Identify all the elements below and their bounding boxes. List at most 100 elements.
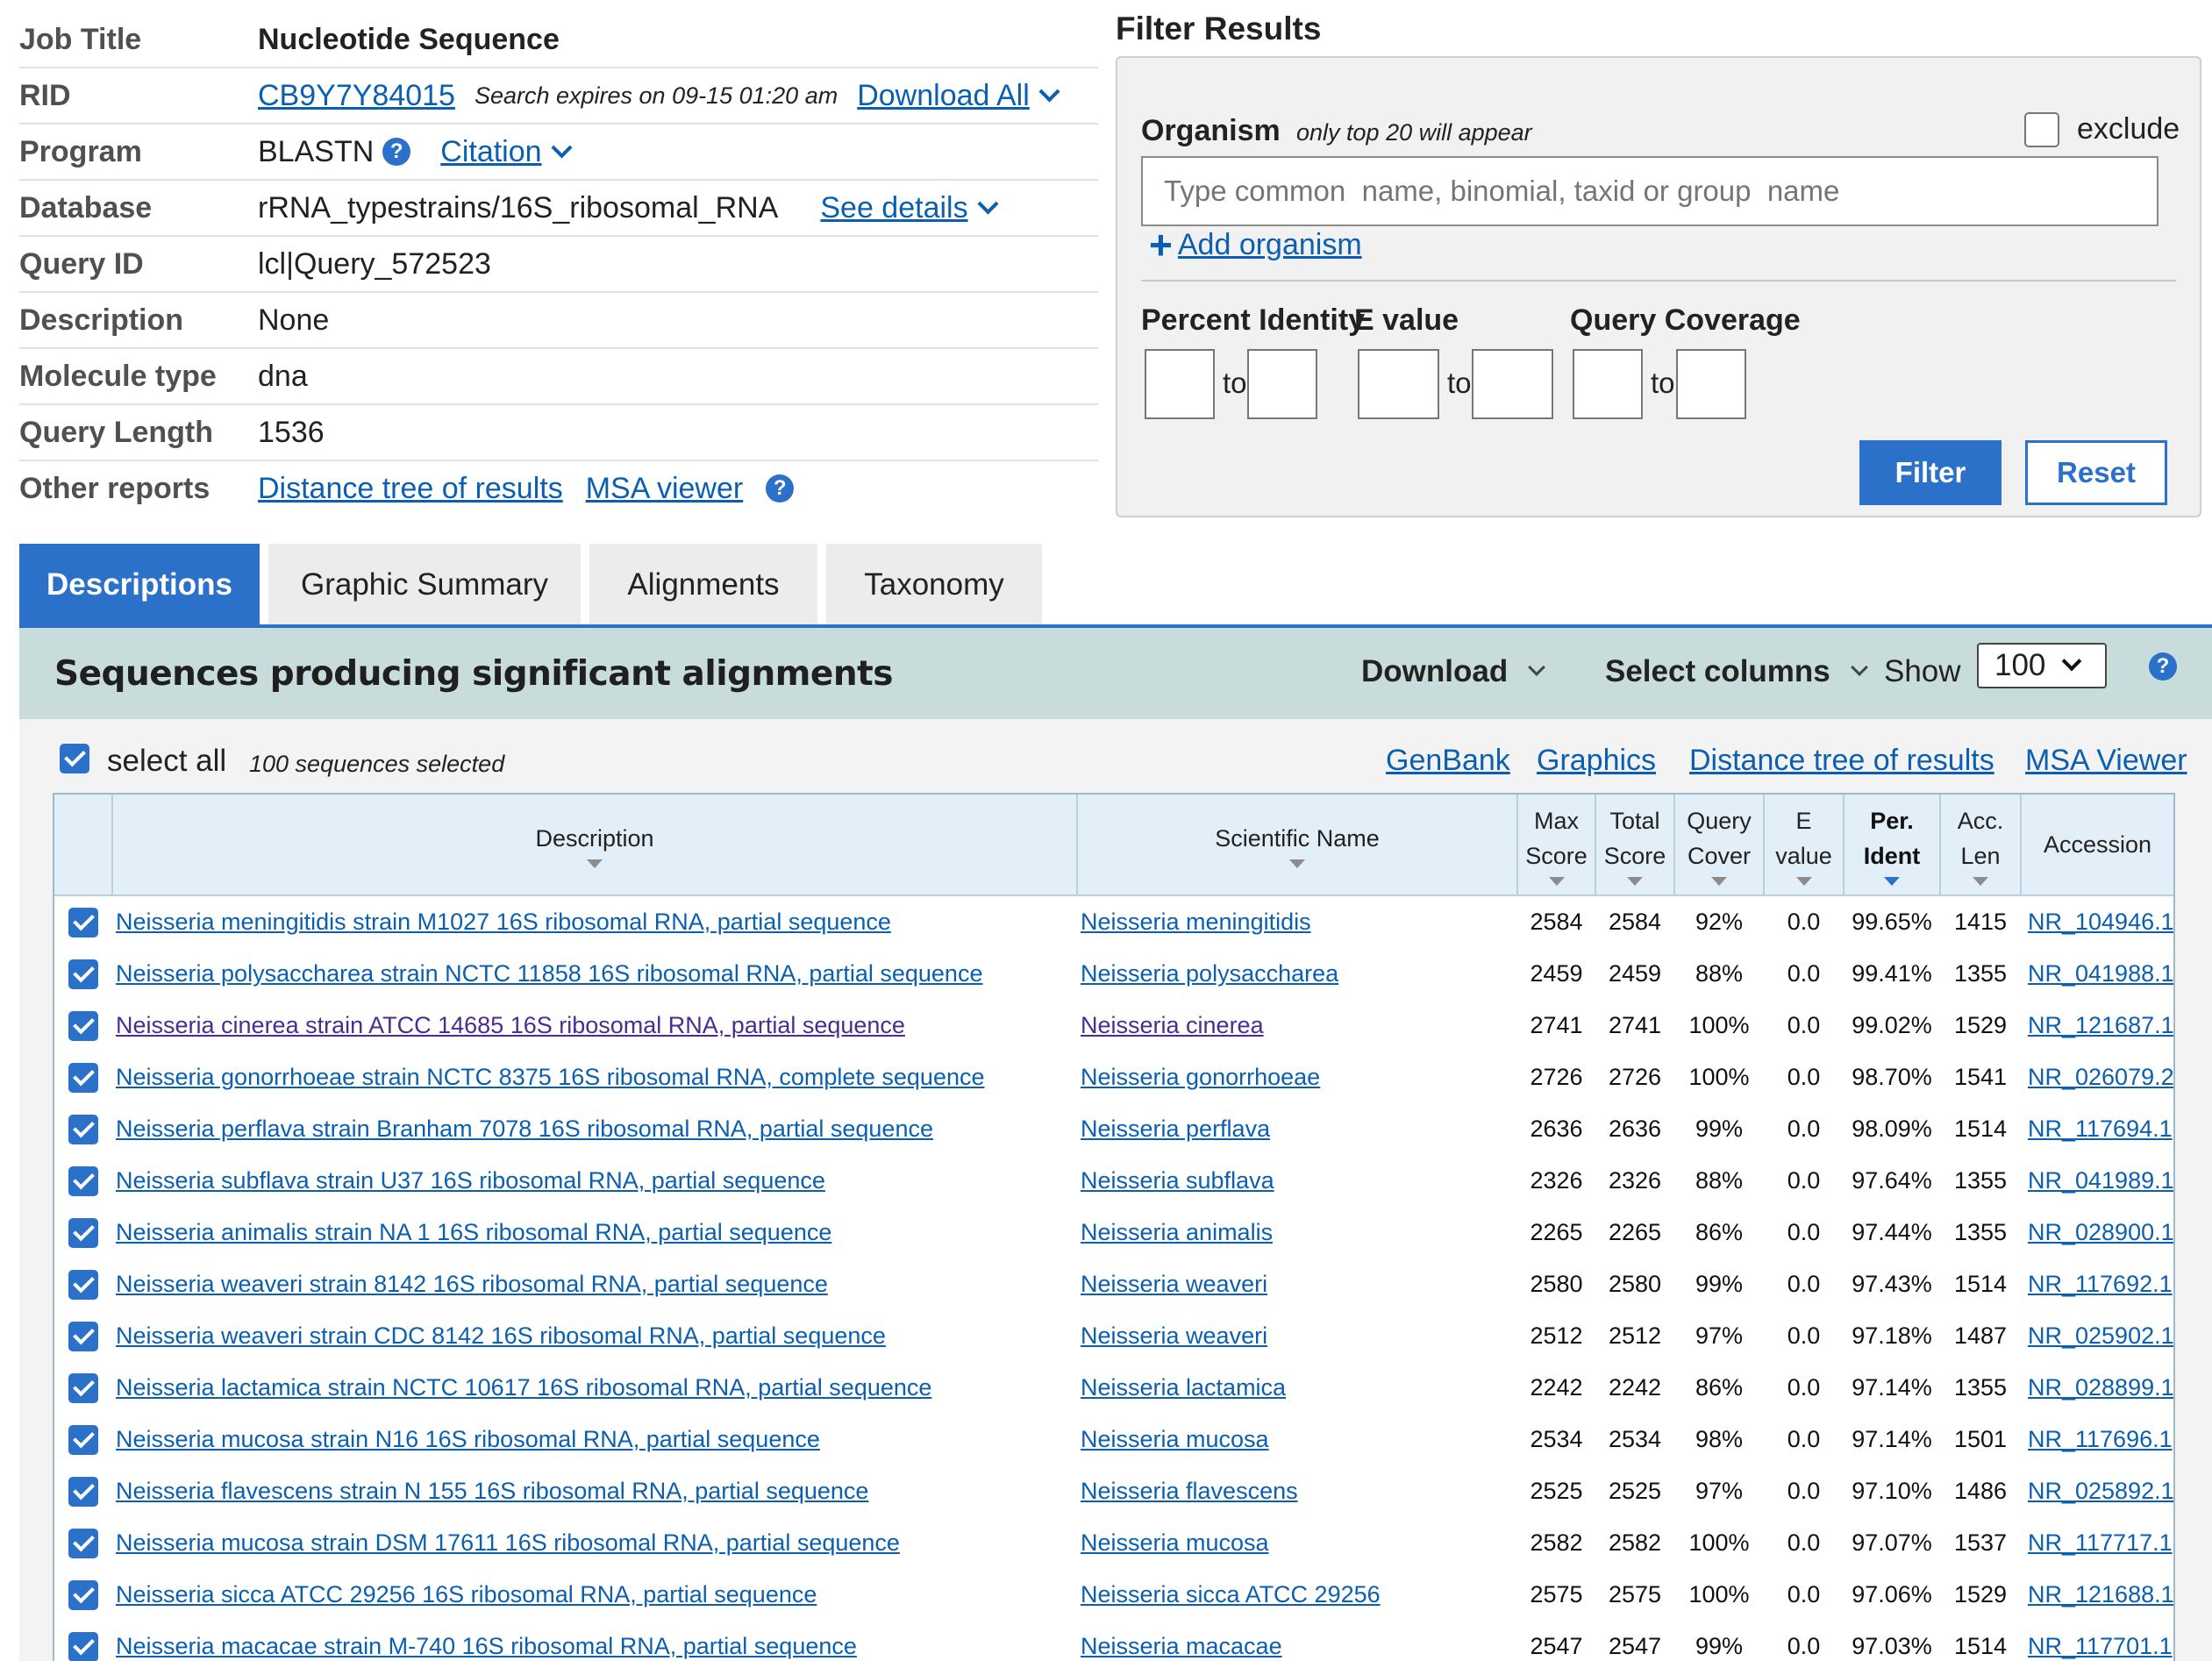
- download-dropdown[interactable]: Download: [1361, 654, 1546, 689]
- evalue-from-input[interactable]: [1358, 349, 1439, 419]
- organism-input[interactable]: [1141, 156, 2158, 226]
- header-query-cover[interactable]: Query Cover: [1674, 795, 1765, 896]
- scientific-name-link[interactable]: Neisseria mucosa: [1081, 1529, 1269, 1556]
- accession-link[interactable]: NR_117717.1: [2028, 1529, 2173, 1556]
- scientific-name-link[interactable]: Neisseria meningitidis: [1081, 909, 1311, 935]
- accession-link[interactable]: NR_104946.1: [2028, 909, 2173, 935]
- description-link[interactable]: Neisseria flavescens strain N 155 16S ri…: [116, 1478, 868, 1504]
- scientific-name-link[interactable]: Neisseria animalis: [1081, 1219, 1273, 1245]
- evalue-to-input[interactable]: [1472, 349, 1553, 419]
- scientific-name-link[interactable]: Neisseria perflava: [1081, 1116, 1270, 1142]
- help-icon[interactable]: ?: [382, 138, 411, 166]
- header-scientific-name[interactable]: Scientific Name: [1077, 795, 1518, 896]
- row-checkbox[interactable]: [68, 1476, 98, 1507]
- select-all-checkbox[interactable]: [60, 744, 89, 773]
- accession-link[interactable]: NR_025892.1: [2028, 1478, 2173, 1504]
- accession-link[interactable]: NR_117701.1: [2028, 1633, 2173, 1659]
- tab-alignments[interactable]: Alignments: [589, 544, 817, 626]
- exclude-checkbox[interactable]: [2024, 112, 2059, 147]
- header-description[interactable]: Description: [112, 795, 1078, 896]
- scientific-name-link[interactable]: Neisseria weaveri: [1081, 1271, 1267, 1297]
- description-link[interactable]: Neisseria weaveri strain 8142 16S riboso…: [116, 1271, 828, 1297]
- query-coverage-to-input[interactable]: [1676, 349, 1746, 419]
- msa-viewer-link[interactable]: MSA viewer: [586, 472, 744, 506]
- select-columns-dropdown[interactable]: Select columns: [1605, 654, 1868, 689]
- download-all-link[interactable]: Download All: [857, 79, 1030, 113]
- scientific-name-link[interactable]: Neisseria cinerea: [1081, 1012, 1264, 1038]
- tab-descriptions[interactable]: Descriptions: [19, 544, 260, 626]
- row-checkbox[interactable]: [68, 1062, 98, 1093]
- row-checkbox[interactable]: [68, 907, 98, 937]
- download-all-dropdown[interactable]: Download All: [857, 79, 1060, 113]
- description-link[interactable]: Neisseria weaveri strain CDC 8142 16S ri…: [116, 1322, 886, 1349]
- msa-viewer-link[interactable]: MSA Viewer: [2025, 744, 2187, 778]
- distance-tree-link[interactable]: Distance tree of results: [1689, 744, 1994, 778]
- query-coverage-from-input[interactable]: [1573, 349, 1643, 419]
- percent-identity-to-input[interactable]: [1247, 349, 1317, 419]
- accession-link[interactable]: NR_117692.1: [2028, 1271, 2173, 1297]
- tab-taxonomy[interactable]: Taxonomy: [826, 544, 1042, 626]
- description-link[interactable]: Neisseria macacae strain M-740 16S ribos…: [116, 1633, 857, 1659]
- description-link[interactable]: Neisseria lactamica strain NCTC 10617 16…: [116, 1374, 931, 1401]
- row-checkbox[interactable]: [68, 1372, 98, 1403]
- rid-link[interactable]: CB9Y7Y84015: [258, 79, 455, 113]
- scientific-name-link[interactable]: Neisseria sicca ATCC 29256: [1081, 1581, 1381, 1608]
- row-checkbox[interactable]: [68, 1424, 98, 1455]
- citation-link[interactable]: Citation: [440, 135, 541, 169]
- description-link[interactable]: Neisseria mucosa strain DSM 17611 16S ri…: [116, 1529, 900, 1556]
- add-organism-link[interactable]: Add organism: [1178, 228, 1362, 262]
- header-max-score[interactable]: Max Score: [1517, 795, 1596, 896]
- description-link[interactable]: Neisseria animalis strain NA 1 16S ribos…: [116, 1219, 831, 1245]
- percent-identity-from-input[interactable]: [1145, 349, 1215, 419]
- description-link[interactable]: Neisseria sicca ATCC 29256 16S ribosomal…: [116, 1581, 817, 1608]
- help-icon[interactable]: ?: [2149, 652, 2177, 681]
- accession-link[interactable]: NR_028900.1: [2028, 1219, 2173, 1245]
- description-link[interactable]: Neisseria meningitidis strain M1027 16S …: [116, 909, 891, 935]
- description-link[interactable]: Neisseria perflava strain Branham 7078 1…: [116, 1116, 933, 1142]
- tab-graphic-summary[interactable]: Graphic Summary: [268, 544, 581, 626]
- graphics-link[interactable]: Graphics: [1537, 744, 1656, 778]
- description-link[interactable]: Neisseria subflava strain U37 16S riboso…: [116, 1167, 825, 1194]
- row-checkbox[interactable]: [68, 959, 98, 989]
- scientific-name-link[interactable]: Neisseria mucosa: [1081, 1426, 1269, 1452]
- citation-dropdown[interactable]: Citation: [440, 135, 573, 169]
- scientific-name-link[interactable]: Neisseria subflava: [1081, 1167, 1274, 1194]
- see-details-link[interactable]: See details: [820, 191, 967, 225]
- description-link[interactable]: Neisseria cinerea strain ATCC 14685 16S …: [116, 1012, 905, 1038]
- see-details-dropdown[interactable]: See details: [820, 191, 999, 225]
- scientific-name-link[interactable]: Neisseria flavescens: [1081, 1478, 1298, 1504]
- accession-link[interactable]: NR_026079.2: [2028, 1064, 2173, 1090]
- accession-link[interactable]: NR_041988.1: [2028, 960, 2173, 987]
- add-organism-button[interactable]: + Add organism: [1149, 225, 1362, 265]
- filter-button[interactable]: Filter: [1859, 440, 2002, 505]
- description-link[interactable]: Neisseria mucosa strain N16 16S ribosoma…: [116, 1426, 820, 1452]
- header-total-score[interactable]: Total Score: [1595, 795, 1675, 896]
- help-icon[interactable]: ?: [766, 474, 795, 503]
- accession-link[interactable]: NR_121688.1: [2028, 1581, 2173, 1608]
- accession-link[interactable]: NR_025902.1: [2028, 1322, 2173, 1349]
- header-per-ident[interactable]: Per. Ident: [1844, 795, 1941, 896]
- header-evalue[interactable]: Evalue: [1764, 795, 1845, 896]
- accession-link[interactable]: NR_117694.1: [2028, 1116, 2173, 1142]
- row-checkbox[interactable]: [68, 1579, 98, 1610]
- row-checkbox[interactable]: [68, 1528, 98, 1558]
- scientific-name-link[interactable]: Neisseria lactamica: [1081, 1374, 1286, 1401]
- description-link[interactable]: Neisseria polysaccharea strain NCTC 1185…: [116, 960, 982, 987]
- header-acc-len[interactable]: Acc. Len: [1940, 795, 2022, 896]
- row-checkbox[interactable]: [68, 1166, 98, 1196]
- show-count-select[interactable]: 100: [1977, 643, 2107, 688]
- row-checkbox[interactable]: [68, 1114, 98, 1144]
- scientific-name-link[interactable]: Neisseria macacae: [1081, 1633, 1282, 1659]
- accession-link[interactable]: NR_121687.1: [2028, 1012, 2173, 1038]
- accession-link[interactable]: NR_028899.1: [2028, 1374, 2173, 1401]
- reset-button[interactable]: Reset: [2025, 440, 2167, 505]
- scientific-name-link[interactable]: Neisseria weaveri: [1081, 1322, 1267, 1349]
- genbank-link[interactable]: GenBank: [1386, 744, 1510, 778]
- scientific-name-link[interactable]: Neisseria polysaccharea: [1081, 960, 1338, 987]
- row-checkbox[interactable]: [68, 1321, 98, 1351]
- description-link[interactable]: Neisseria gonorrhoeae strain NCTC 8375 1…: [116, 1064, 985, 1090]
- distance-tree-link[interactable]: Distance tree of results: [258, 472, 563, 506]
- row-checkbox[interactable]: [68, 1010, 98, 1041]
- scientific-name-link[interactable]: Neisseria gonorrhoeae: [1081, 1064, 1320, 1090]
- row-checkbox[interactable]: [68, 1631, 98, 1661]
